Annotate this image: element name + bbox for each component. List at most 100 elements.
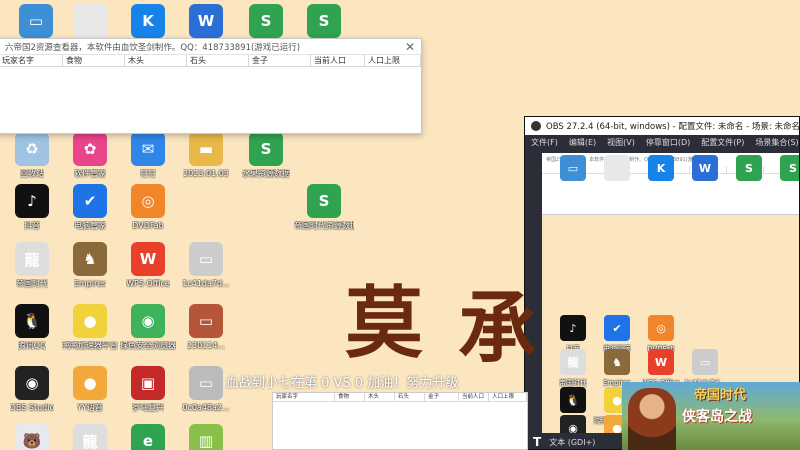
spreadsheet-data-shortcut[interactable]: S 帝国时代资源数据 xyxy=(294,184,354,231)
dragon-app-icon: 龍 xyxy=(15,242,49,276)
close-icon[interactable]: ✕ xyxy=(405,40,415,54)
shortcut-label: 鸭鸭加速器平台 xyxy=(62,341,118,350)
dragon-app-shortcut[interactable]: 龍 xyxy=(62,424,118,450)
column-header[interactable]: 人口上限 xyxy=(365,55,421,66)
ie-browser-icon: e xyxy=(131,424,165,450)
column-header[interactable]: 石头 xyxy=(187,55,249,66)
column-header[interactable]: 食物 xyxy=(335,393,365,401)
dvd-tool-icon: ◎ xyxy=(648,315,674,341)
overlay-table-header: 玩家名字 食物 木头 石头 金子 当前人口 人口上限 xyxy=(273,393,527,402)
word-doc-shortcut[interactable]: W xyxy=(178,4,234,41)
spreadsheet-shortcut[interactable]: S xyxy=(296,4,352,41)
column-header[interactable]: 当前人口 xyxy=(311,55,365,66)
column-header[interactable]: 石头 xyxy=(395,393,425,401)
game-banner-subtitle: 侠客岛之战 xyxy=(682,409,752,425)
column-header[interactable]: 玩家名字 xyxy=(0,55,63,66)
obs-titlebar[interactable]: OBS 27.2.4 (64-bit, windows) - 配置文件: 未命名… xyxy=(525,117,799,135)
column-header[interactable]: 当前人口 xyxy=(459,393,489,401)
shortcut-label: 电脑管家 xyxy=(74,221,106,230)
resource-table-header: 玩家名字 食物 木头 石头 金子 当前人口 人口上限 xyxy=(0,55,421,67)
obs-menu-item[interactable]: 场景集合(S) xyxy=(755,137,798,148)
flower-app-shortcut[interactable]: ✿ 软件管家 xyxy=(62,132,118,179)
resource-viewer-titlebar[interactable]: 六帝国2资源查看器，本软件由血饮圣剑制作。QQ：418733891(游戏已运行)… xyxy=(0,39,421,55)
ie-browser-shortcut[interactable]: e xyxy=(120,424,176,450)
spreadsheet-data-shortcut[interactable]: S 水果资源数据 xyxy=(238,132,294,179)
column-header[interactable]: 木头 xyxy=(125,55,187,66)
shortcut-label: 钉钉 xyxy=(140,169,156,178)
title-prefix: 六 xyxy=(5,42,14,53)
red-game-shortcut[interactable]: ▣ 罗马复兴 xyxy=(120,366,176,413)
column-header[interactable]: 金子 xyxy=(249,55,311,66)
folder-shortcut[interactable]: ▬ 2023.01.03 xyxy=(178,132,234,179)
obs-menu-item[interactable]: 停靠窗口(D) xyxy=(646,137,690,148)
wps-office-shortcut[interactable]: W WPS Office xyxy=(120,242,176,289)
file-shortcut[interactable] xyxy=(62,4,118,41)
obs-menu-item[interactable]: 文件(F) xyxy=(531,137,558,148)
spreadsheet-shortcut[interactable]: S xyxy=(238,4,294,41)
dvd-tool-shortcut[interactable]: ◎ DVDFab xyxy=(120,184,176,231)
recycle-bin-shortcut[interactable]: ♻ 回收站 xyxy=(4,132,60,179)
computer-icon: ▭ xyxy=(19,4,53,38)
shield-app-icon: ✔ xyxy=(73,184,107,218)
shield-app-icon: ✔ xyxy=(604,315,630,341)
column-header[interactable]: 食物 xyxy=(63,55,125,66)
shortcut-label: 1c41da7d... xyxy=(182,279,230,288)
preview-computer-icon: ▭ xyxy=(550,155,596,184)
red-game-icon: ▣ xyxy=(131,366,165,400)
obs-menu-item[interactable]: 配置文件(P) xyxy=(701,137,744,148)
k-app-shortcut[interactable]: K xyxy=(120,4,176,41)
folder-icon: ▬ xyxy=(189,132,223,166)
window-title: 帝国2资源查看器，本软件由血饮圣剑制作。QQ：418733891(游戏已运行) xyxy=(13,42,301,53)
shortcut-label: 帝国时代 xyxy=(16,279,48,288)
dragon-app-icon-2: 龍 xyxy=(73,424,107,450)
image-file-icon-2: ▭ xyxy=(189,366,223,400)
green-app-icon: ◉ xyxy=(131,304,165,338)
raccoon-app-shortcut[interactable]: ● YY语音 xyxy=(62,366,118,413)
qq-shortcut[interactable]: 🐧 腾讯QQ xyxy=(4,304,60,351)
shortcut-label: 水果资源数据 xyxy=(242,169,290,178)
preview-obs-studio-icon: ◉OBS Studio xyxy=(550,415,596,433)
dvd-tool-icon: ◎ xyxy=(131,184,165,218)
duck-app-icon: ● xyxy=(73,304,107,338)
resource-viewer-window[interactable]: 六帝国2资源查看器，本软件由血饮圣剑制作。QQ：418733891(游戏已运行)… xyxy=(0,38,422,134)
image-file-shortcut[interactable]: ▭ 1c41da7d... xyxy=(178,242,234,289)
column-header[interactable]: 金子 xyxy=(425,393,459,401)
bear-app-icon: 🐻 xyxy=(15,424,49,450)
tiktok-shortcut[interactable]: ♪ 抖音 xyxy=(4,184,60,231)
overlay-resource-table: 玩家名字 食物 木头 石头 金子 当前人口 人口上限 xyxy=(272,392,528,450)
overlay-big-character-2: 承 xyxy=(458,283,537,374)
bear-app-shortcut[interactable]: 🐻 xyxy=(4,424,60,450)
green-app-shortcut[interactable]: ◉ 绿色安全浏览器 xyxy=(120,304,176,351)
column-header[interactable]: 玩家名字 xyxy=(273,393,335,401)
shortcut-label: 230114... xyxy=(186,341,226,350)
chart-file-shortcut[interactable]: ▥ xyxy=(178,424,234,450)
obs-menu-item[interactable]: 视图(V) xyxy=(607,137,635,148)
wps-office-icon: W xyxy=(131,242,165,276)
shortcut-label: YY语音 xyxy=(77,403,103,412)
tiktok-icon: ♪ xyxy=(15,184,49,218)
chat-app-shortcut[interactable]: ✉ 钉钉 xyxy=(120,132,176,179)
obs-menu-item[interactable]: 编辑(E) xyxy=(569,137,596,148)
raccoon-app-icon: ● xyxy=(73,366,107,400)
game-banner: 帝国时代 侠客岛之战 xyxy=(622,382,800,450)
computer-icon: ▭ xyxy=(560,155,586,181)
dragon-app-shortcut[interactable]: 龍帝国时代 xyxy=(4,242,60,289)
recycle-bin-icon: ♻ xyxy=(15,132,49,166)
game-thumb-shortcut[interactable]: ▭ 230114... xyxy=(178,304,234,351)
computer-shortcut[interactable]: ▭ xyxy=(8,4,64,41)
obs-studio-shortcut[interactable]: ◉ OBS Studio xyxy=(4,366,60,413)
column-header[interactable]: 木头 xyxy=(365,393,395,401)
game-banner-title: 帝国时代 xyxy=(694,388,747,403)
shortcut-label: 0c0a48a2... xyxy=(182,403,230,412)
duck-app-shortcut[interactable]: ● 鸭鸭加速器平台 xyxy=(62,304,118,351)
column-header[interactable]: 人口上限 xyxy=(489,393,527,401)
shortcut-label: WPS Office xyxy=(126,279,170,288)
spreadsheet-icon-2: S xyxy=(780,155,799,181)
shortcut-label: DVDFab xyxy=(132,221,164,230)
k-app-icon: K xyxy=(648,155,674,181)
flower-app-icon: ✿ xyxy=(73,132,107,166)
shield-app-shortcut[interactable]: ✔ 电脑管家 xyxy=(62,184,118,231)
game-char-shortcut[interactable]: ♞ Empires xyxy=(62,242,118,289)
word-doc-icon: W xyxy=(189,4,223,38)
obs-logo-icon xyxy=(531,121,541,131)
